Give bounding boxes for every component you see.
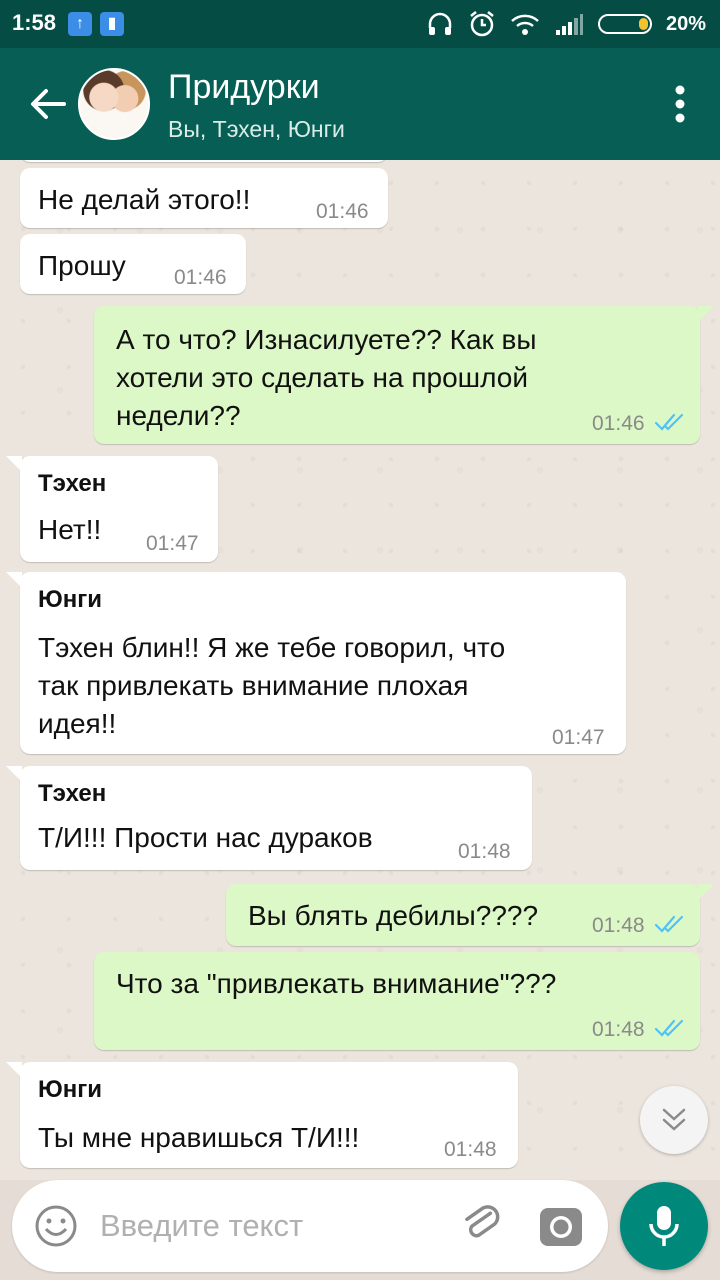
- double-check-icon: [654, 1019, 684, 1037]
- message-time: 01:48: [592, 914, 645, 937]
- message-text-line: идея!!: [38, 708, 117, 739]
- message-text: Прошу: [38, 250, 126, 281]
- message-text-line: недели??: [116, 400, 241, 431]
- chat-header: Придурки Вы, Тэхен, Юнги: [0, 48, 720, 160]
- message-text: Вы блять дебилы????: [248, 900, 539, 931]
- wifi-icon: [511, 14, 539, 35]
- status-bar: 1:58 ↑ ▮ 20%: [0, 0, 720, 48]
- message-text-line: хотели это сделать на прошлой: [116, 362, 529, 393]
- status-time: 1:58: [12, 10, 57, 35]
- message-bubble-incoming[interactable]: Тэхен Т/И!!! Прости нас дураков 01:48: [6, 766, 532, 870]
- message-bubble-incoming[interactable]: Юнги Тэхен блин!! Я же тебе говорил, что…: [6, 572, 626, 754]
- signal-icon: [555, 14, 583, 35]
- arrow-left-icon[interactable]: [26, 82, 70, 126]
- message-time: 01:48: [458, 840, 511, 863]
- app-notification-icon: ▮: [100, 12, 124, 36]
- message-time: 01:48: [592, 1018, 645, 1041]
- battery-percent: 20%: [665, 12, 706, 35]
- message-time: 01:47: [146, 532, 199, 555]
- message-time: 01:46: [592, 412, 645, 435]
- double-check-icon: [654, 915, 684, 933]
- message-bubble-partial: [20, 160, 388, 162]
- camera-icon[interactable]: [538, 1204, 584, 1248]
- chat-title[interactable]: Придурки: [168, 68, 320, 107]
- message-bubble-incoming[interactable]: Юнги Ты мне нравишься Т/И!!! 01:48: [6, 1062, 518, 1168]
- message-bubble-outgoing[interactable]: А то что? Изнасилуете?? Как вы хотели эт…: [94, 306, 714, 444]
- more-vert-icon[interactable]: [674, 84, 686, 124]
- message-text: Т/И!!! Прости нас дураков: [38, 822, 373, 853]
- scroll-to-bottom-button[interactable]: [640, 1086, 708, 1154]
- double-check-icon: [654, 413, 684, 431]
- message-sender: Тэхен: [38, 470, 107, 497]
- message-sender: Тэхен: [38, 780, 107, 807]
- message-time: 01:47: [552, 726, 605, 749]
- emoji-icon[interactable]: [34, 1204, 78, 1248]
- compose-bar: [0, 1180, 720, 1280]
- message-bubble-outgoing[interactable]: Вы блять дебилы???? 01:48: [226, 884, 714, 946]
- message-text-line: Тэхен блин!! Я же тебе говорил, что: [38, 632, 506, 663]
- paperclip-icon[interactable]: [458, 1202, 506, 1250]
- message-sender: Юнги: [38, 1076, 102, 1103]
- message-text-line: так привлекать внимание плохая: [38, 670, 469, 701]
- mic-icon: [649, 1206, 679, 1246]
- message-bubble-incoming[interactable]: Тэхен Нет!! 01:47: [6, 456, 218, 562]
- message-time: 01:48: [444, 1138, 497, 1161]
- message-text: Нет!!: [38, 514, 102, 545]
- upload-notification-icon: ↑: [68, 12, 92, 36]
- message-bubble-outgoing[interactable]: Что за "привлекать внимание"??? 01:48: [94, 952, 700, 1050]
- message-sender: Юнги: [38, 586, 102, 613]
- battery-icon: [597, 14, 652, 34]
- message-time: 01:46: [316, 200, 369, 223]
- message-text: Не делай этого!!: [38, 184, 251, 215]
- message-time: 01:46: [174, 266, 227, 289]
- message-text-line: А то что? Изнасилуете?? Как вы: [116, 324, 537, 355]
- alarm-icon: [470, 11, 494, 37]
- double-chevron-down-icon: [662, 1108, 686, 1131]
- group-avatar[interactable]: [78, 68, 150, 140]
- mic-button[interactable]: [620, 1182, 708, 1270]
- message-bubble-incoming[interactable]: Не делай этого!! 01:46: [20, 168, 388, 228]
- message-text: Что за "привлекать внимание"???: [116, 968, 557, 999]
- message-input[interactable]: [100, 1200, 440, 1252]
- headphones-icon: [428, 12, 452, 35]
- message-bubble-incoming[interactable]: Прошу 01:46: [20, 234, 246, 294]
- message-text: Ты мне нравишься Т/И!!!: [38, 1122, 360, 1153]
- compose-box: [12, 1180, 608, 1272]
- chat-participants[interactable]: Вы, Тэхен, Юнги: [168, 116, 345, 143]
- message-list[interactable]: Не делай этого!! 01:46 Прошу 01:46 А то …: [0, 160, 720, 1180]
